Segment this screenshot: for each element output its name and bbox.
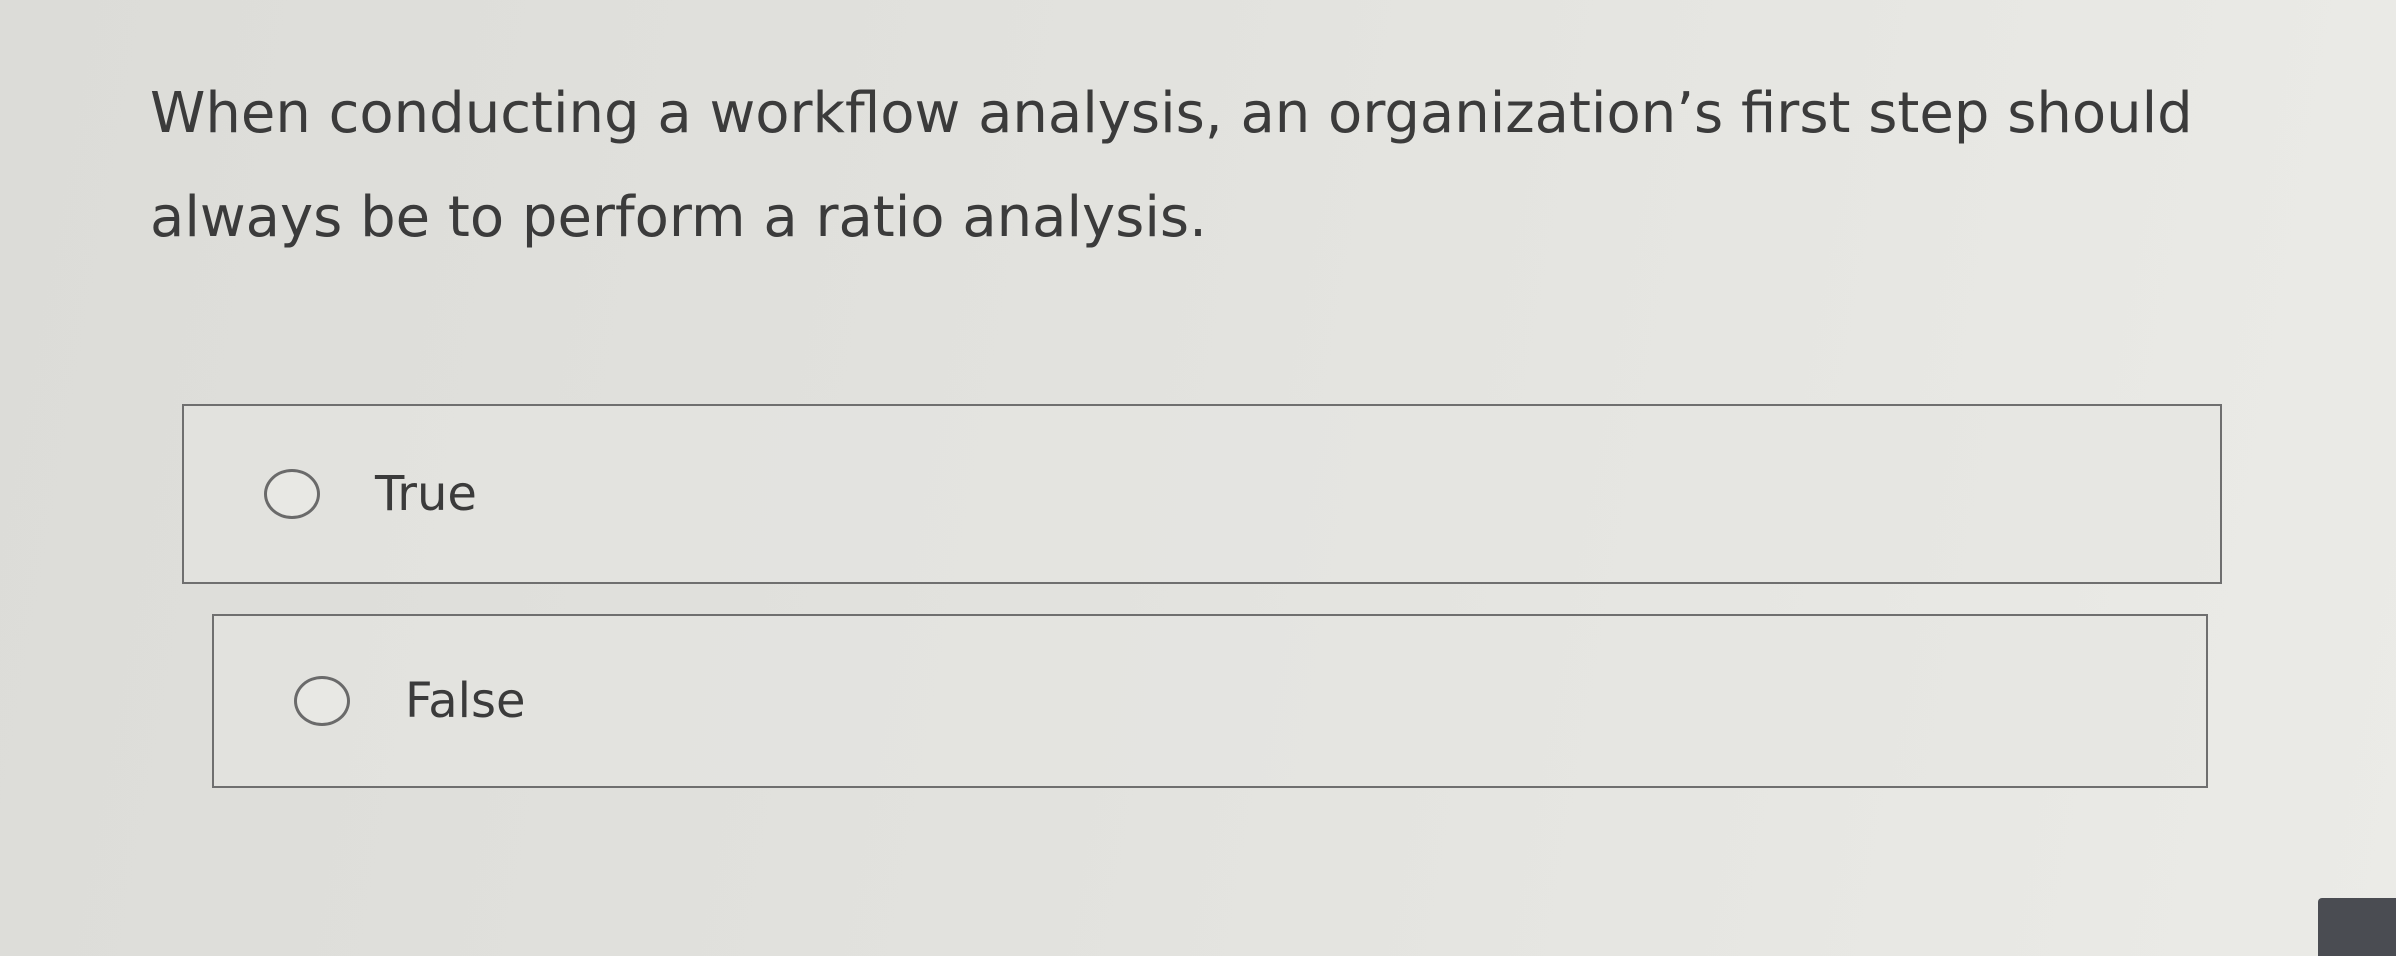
option-label-true: True [375,466,477,522]
radio-button-false[interactable] [294,676,350,726]
radio-button-true[interactable] [264,469,320,519]
answer-option-false[interactable]: False [212,614,2208,788]
answer-option-true[interactable]: True [182,404,2222,584]
corner-button[interactable] [2318,898,2396,956]
option-label-false: False [405,673,526,729]
question-text: When conducting a workflow analysis, an … [150,81,2193,250]
